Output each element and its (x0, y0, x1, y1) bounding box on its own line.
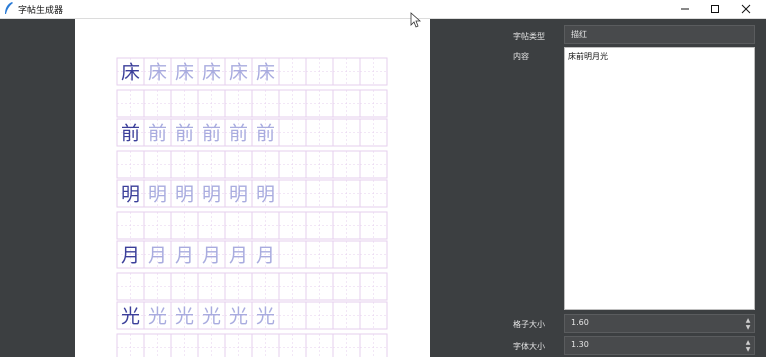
close-icon (741, 4, 751, 14)
trace-character: 月 (202, 245, 221, 267)
minimize-button[interactable] (670, 0, 700, 18)
trace-character: 月 (256, 245, 275, 267)
model-character: 光 (121, 306, 140, 328)
trace-character: 床 (256, 62, 275, 84)
type-select[interactable]: 描红 (564, 25, 755, 44)
feather-icon (5, 2, 13, 14)
content-textarea[interactable]: 床前明月光 (564, 47, 755, 310)
trace-character: 明 (229, 184, 248, 206)
grid-size-spinbox[interactable]: 1.60 ▲ ▼ (564, 314, 755, 333)
trace-character: 明 (202, 184, 221, 206)
font-size-label: 字体大小 (513, 342, 545, 351)
trace-character: 明 (256, 184, 275, 206)
type-value: 描红 (571, 30, 587, 39)
practice-row (116, 333, 388, 357)
model-character: 月 (121, 245, 140, 267)
mouse-cursor-icon (410, 12, 422, 28)
trace-character: 前 (148, 123, 167, 145)
spin-up-icon[interactable]: ▲ (744, 339, 752, 346)
content-label: 内容 (513, 52, 529, 61)
trace-character: 光 (256, 306, 275, 328)
font-size-value: 1.30 (571, 340, 589, 349)
grid-size-value: 1.60 (571, 318, 589, 327)
spin-down-icon[interactable]: ▼ (744, 346, 752, 353)
content-value: 床前明月光 (568, 52, 608, 61)
trace-character: 光 (229, 306, 248, 328)
trace-character: 床 (148, 62, 167, 84)
font-size-stepper[interactable]: ▲ ▼ (744, 339, 752, 353)
close-button[interactable] (731, 0, 761, 18)
spin-down-icon[interactable]: ▼ (744, 324, 752, 331)
trace-character: 月 (229, 245, 248, 267)
trace-character: 前 (229, 123, 248, 145)
title-bar: 字帖生成器 (0, 0, 766, 19)
maximize-button[interactable] (700, 0, 730, 18)
font-size-spinbox[interactable]: 1.30 ▲ ▼ (564, 336, 755, 355)
spin-up-icon[interactable]: ▲ (744, 317, 752, 324)
trace-character: 前 (202, 123, 221, 145)
trace-character: 床 (229, 62, 248, 84)
window-title: 字帖生成器 (18, 6, 64, 16)
worksheet-paper[interactable]: 床床床床床床前前前前前前明明明明明明月月月月月月光光光光光光 (75, 19, 430, 357)
worksheet-grid: 床床床床床床前前前前前前明明明明明明月月月月月月光光光光光光 (116, 57, 388, 357)
trace-character: 月 (175, 245, 194, 267)
practice-row (116, 211, 388, 240)
trace-character: 明 (175, 184, 194, 206)
practice-row (116, 89, 388, 118)
trace-character: 光 (175, 306, 194, 328)
trace-character: 床 (175, 62, 194, 84)
trace-character: 前 (256, 123, 275, 145)
trace-character: 明 (148, 184, 167, 206)
model-character: 床 (121, 62, 140, 84)
trace-character: 光 (202, 306, 221, 328)
grid-size-label: 格子大小 (513, 320, 545, 329)
model-character: 前 (121, 123, 140, 145)
trace-character: 月 (148, 245, 167, 267)
grid-size-stepper[interactable]: ▲ ▼ (744, 317, 752, 331)
practice-row (116, 150, 388, 179)
maximize-icon (711, 5, 719, 13)
model-character: 明 (121, 184, 140, 206)
minimize-icon (681, 8, 689, 10)
practice-row (116, 272, 388, 301)
trace-character: 光 (148, 306, 167, 328)
trace-character: 床 (202, 62, 221, 84)
trace-character: 前 (175, 123, 194, 145)
type-label: 字帖类型 (513, 32, 545, 41)
